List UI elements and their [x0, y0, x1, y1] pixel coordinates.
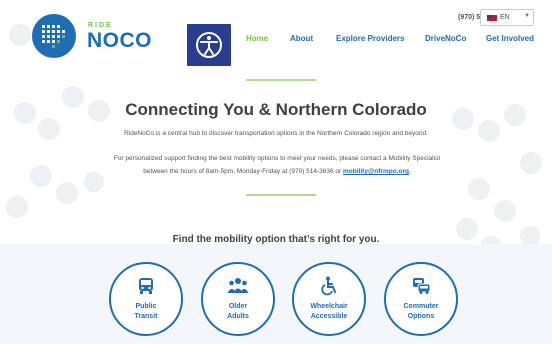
contact-end: . — [408, 168, 411, 175]
contact-paragraph: For personalized support finding the bes… — [112, 152, 442, 178]
option-older-adults[interactable]: Older Adults — [201, 262, 275, 336]
site-header: RIDE NOCO (970) 514-3636 EN ▼ Home About… — [0, 0, 552, 72]
nav-drivenoco[interactable]: DriveNoCo — [425, 34, 466, 43]
option-label: Public Transit — [134, 303, 158, 320]
options-background — [0, 244, 552, 344]
logo-noco-text: NOCO — [87, 29, 152, 52]
bus-icon — [111, 276, 181, 301]
us-flag-icon — [487, 15, 497, 21]
option-label: Wheelchair Accessible — [310, 303, 348, 320]
nav-about[interactable]: About — [290, 34, 313, 43]
divider-bottom — [246, 194, 316, 196]
language-label: EN — [500, 14, 510, 21]
option-public-transit[interactable]: Public Transit — [109, 262, 183, 336]
chevron-down-icon: ▼ — [524, 13, 530, 19]
group-icon — [203, 276, 273, 301]
nav-get-involved[interactable]: Get Involved — [486, 34, 534, 43]
option-label: Commuter Options — [403, 303, 439, 320]
nav-home[interactable]: Home — [246, 34, 268, 43]
van-icon — [386, 276, 456, 301]
page-title: Connecting You & Northern Colorado — [125, 100, 427, 119]
option-label: Older Adults — [227, 303, 249, 320]
intro-paragraph: RideNoCo is a central hub to discover tr… — [124, 130, 428, 137]
email-link[interactable]: mobility@nfrmpo.org — [343, 168, 409, 175]
nav-explore-providers[interactable]: Explore Providers — [336, 34, 404, 43]
accessibility-button[interactable] — [187, 24, 231, 66]
logo-ride-text: RIDE — [88, 22, 113, 29]
logo-mark-icon — [32, 14, 76, 58]
accessibility-icon — [196, 32, 222, 58]
ridenoco-logo[interactable]: RIDE NOCO — [32, 14, 152, 58]
language-selector[interactable]: EN ▼ — [480, 9, 534, 26]
wheelchair-icon — [294, 276, 364, 301]
options-heading: Find the mobility option that’s right fo… — [172, 234, 380, 245]
option-commuter-options[interactable]: Commuter Options — [384, 262, 458, 336]
divider-top — [246, 79, 316, 81]
option-wheelchair-accessible[interactable]: Wheelchair Accessible — [292, 262, 366, 336]
